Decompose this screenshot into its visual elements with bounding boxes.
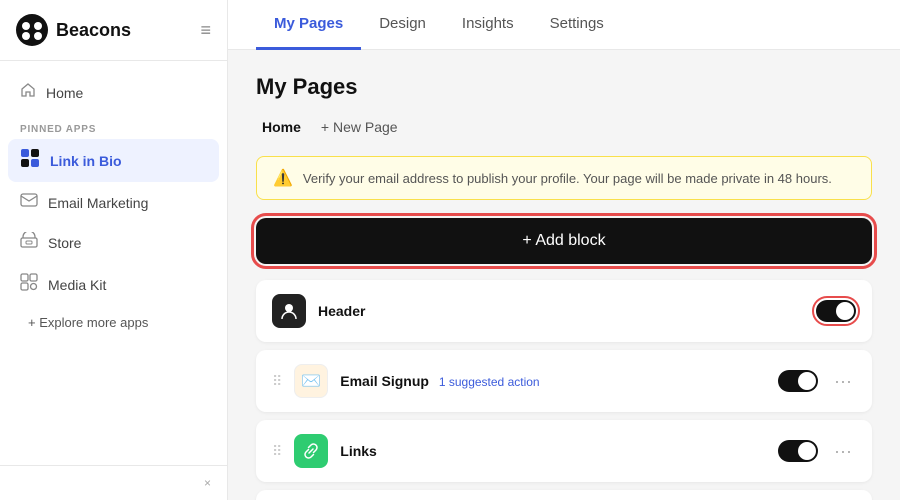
links-toggle[interactable] xyxy=(778,440,818,462)
warning-banner: ⚠️ Verify your email address to publish … xyxy=(256,156,872,200)
email-signup-block-label: Email Signup 1 suggested action xyxy=(340,373,766,389)
sidebar: Beacons ≡ Home PINNED APPS Link in Bio E… xyxy=(0,0,228,500)
sidebar-item-email-marketing-label: Email Marketing xyxy=(48,195,148,211)
sidebar-item-email-marketing[interactable]: Email Marketing xyxy=(8,184,219,221)
logo-area: Beacons xyxy=(16,14,131,46)
page-tab-home[interactable]: Home xyxy=(256,116,307,138)
media-kit-icon xyxy=(20,273,38,296)
tab-design[interactable]: Design xyxy=(361,0,444,50)
tab-my-pages[interactable]: My Pages xyxy=(256,0,361,50)
block-email-signup: ⠿ ✉️ Email Signup 1 suggested action ··· xyxy=(256,350,872,412)
sidebar-nav: Home PINNED APPS Link in Bio Email Marke… xyxy=(0,61,227,465)
sidebar-item-store[interactable]: Store xyxy=(8,223,219,262)
sidebar-item-link-in-bio-label: Link in Bio xyxy=(50,153,122,169)
sidebar-item-media-kit-label: Media Kit xyxy=(48,277,106,293)
block-header: Header xyxy=(256,280,872,342)
email-signup-dots-menu[interactable]: ··· xyxy=(830,371,856,392)
header-toggle[interactable] xyxy=(816,300,856,322)
tab-insights[interactable]: Insights xyxy=(444,0,532,50)
main-area: My Pages Design Insights Settings My Pag… xyxy=(228,0,900,500)
add-block-button[interactable]: + Add block xyxy=(256,218,872,264)
hamburger-icon[interactable]: ≡ xyxy=(200,20,211,41)
page-title: My Pages xyxy=(256,74,872,100)
sidebar-item-store-label: Store xyxy=(48,235,81,251)
links-dots-menu[interactable]: ··· xyxy=(830,441,856,462)
block-links: ⠿ Links ··· xyxy=(256,420,872,482)
header-block-icon xyxy=(272,294,306,328)
close-icon[interactable]: × xyxy=(204,476,211,490)
warning-text: Verify your email address to publish you… xyxy=(303,171,832,186)
sidebar-item-home[interactable]: Home xyxy=(8,73,219,112)
link-in-bio-icon xyxy=(20,148,40,173)
header-block-label: Header xyxy=(318,303,804,319)
page-tabs: Home + New Page xyxy=(256,116,872,138)
email-signup-drag-handle[interactable]: ⠿ xyxy=(272,373,282,390)
email-marketing-icon xyxy=(20,193,38,212)
explore-more-link[interactable]: + Explore more apps xyxy=(8,307,219,338)
block-store: ⠿ Store 1 suggested action ··· xyxy=(256,490,872,500)
sidebar-item-home-label: Home xyxy=(46,85,83,101)
store-icon xyxy=(20,232,38,253)
links-block-label: Links xyxy=(340,443,766,459)
tab-settings[interactable]: Settings xyxy=(532,0,622,50)
warning-icon: ⚠️ xyxy=(273,168,293,188)
app-name: Beacons xyxy=(56,20,131,41)
links-drag-handle[interactable]: ⠿ xyxy=(272,443,282,460)
sidebar-footer: × xyxy=(0,465,227,500)
home-icon xyxy=(20,82,36,103)
email-signup-toggle[interactable] xyxy=(778,370,818,392)
page-tab-new[interactable]: + New Page xyxy=(315,116,404,138)
email-signup-block-icon: ✉️ xyxy=(294,364,328,398)
sidebar-header: Beacons ≡ xyxy=(0,0,227,61)
email-signup-suggested: 1 suggested action xyxy=(439,375,540,389)
sidebar-item-media-kit[interactable]: Media Kit xyxy=(8,264,219,305)
pinned-apps-label: PINNED APPS xyxy=(8,114,219,139)
top-nav: My Pages Design Insights Settings xyxy=(228,0,900,50)
sidebar-item-link-in-bio[interactable]: Link in Bio xyxy=(8,139,219,182)
links-block-icon xyxy=(294,434,328,468)
page-content: My Pages Home + New Page ⚠️ Verify your … xyxy=(228,50,900,500)
beacons-logo-icon xyxy=(16,14,48,46)
